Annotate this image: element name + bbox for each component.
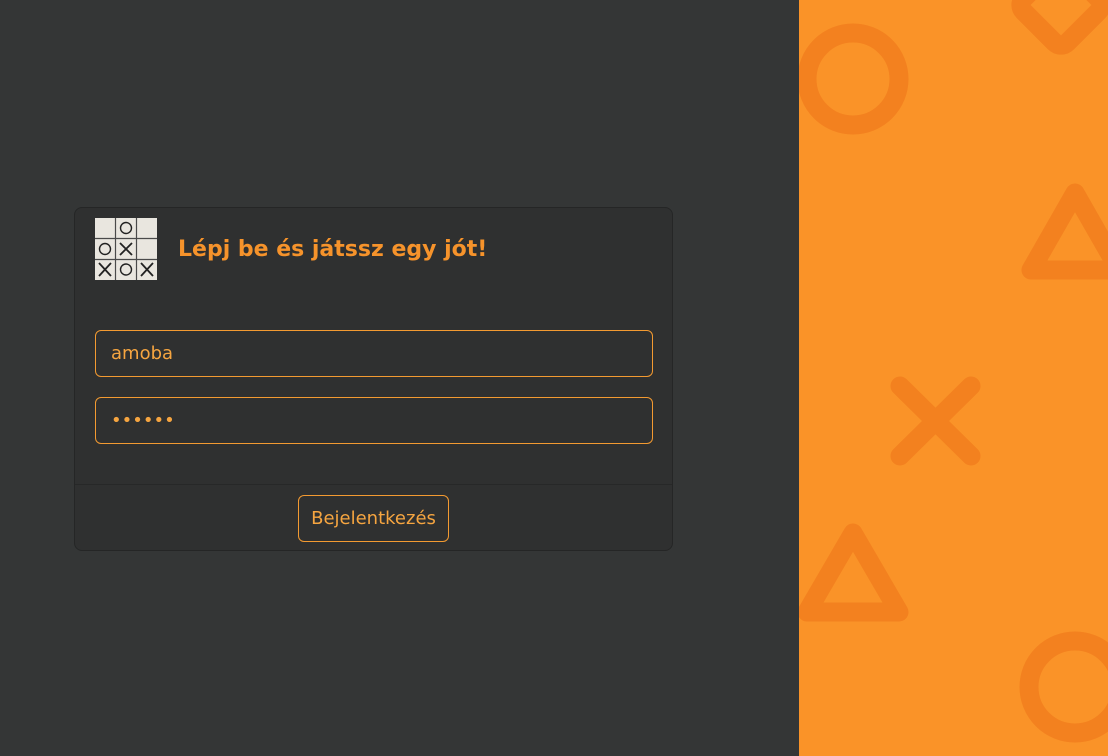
page-title: Lépj be és játssz egy jót!: [178, 236, 488, 262]
card-footer-divider: [75, 484, 672, 485]
login-page: Lépj be és játssz egy jót! amoba •••••• …: [0, 0, 1108, 756]
triangle-icon: [799, 523, 909, 622]
username-input[interactable]: amoba: [95, 330, 653, 377]
password-input[interactable]: ••••••: [95, 397, 653, 444]
login-button[interactable]: Bejelentkezés: [298, 495, 449, 542]
decorative-panel: [799, 0, 1108, 756]
card-header: Lépj be és játssz egy jót!: [95, 218, 487, 280]
tic-tac-toe-board-icon: [95, 218, 157, 280]
diamond-icon: [1011, 0, 1108, 55]
circle-icon: [799, 23, 909, 135]
login-card: Lépj be és játssz egy jót! amoba •••••• …: [74, 207, 673, 551]
cross-icon: [890, 376, 981, 466]
triangle-icon: [1021, 183, 1108, 280]
circle-icon: [1019, 631, 1108, 743]
